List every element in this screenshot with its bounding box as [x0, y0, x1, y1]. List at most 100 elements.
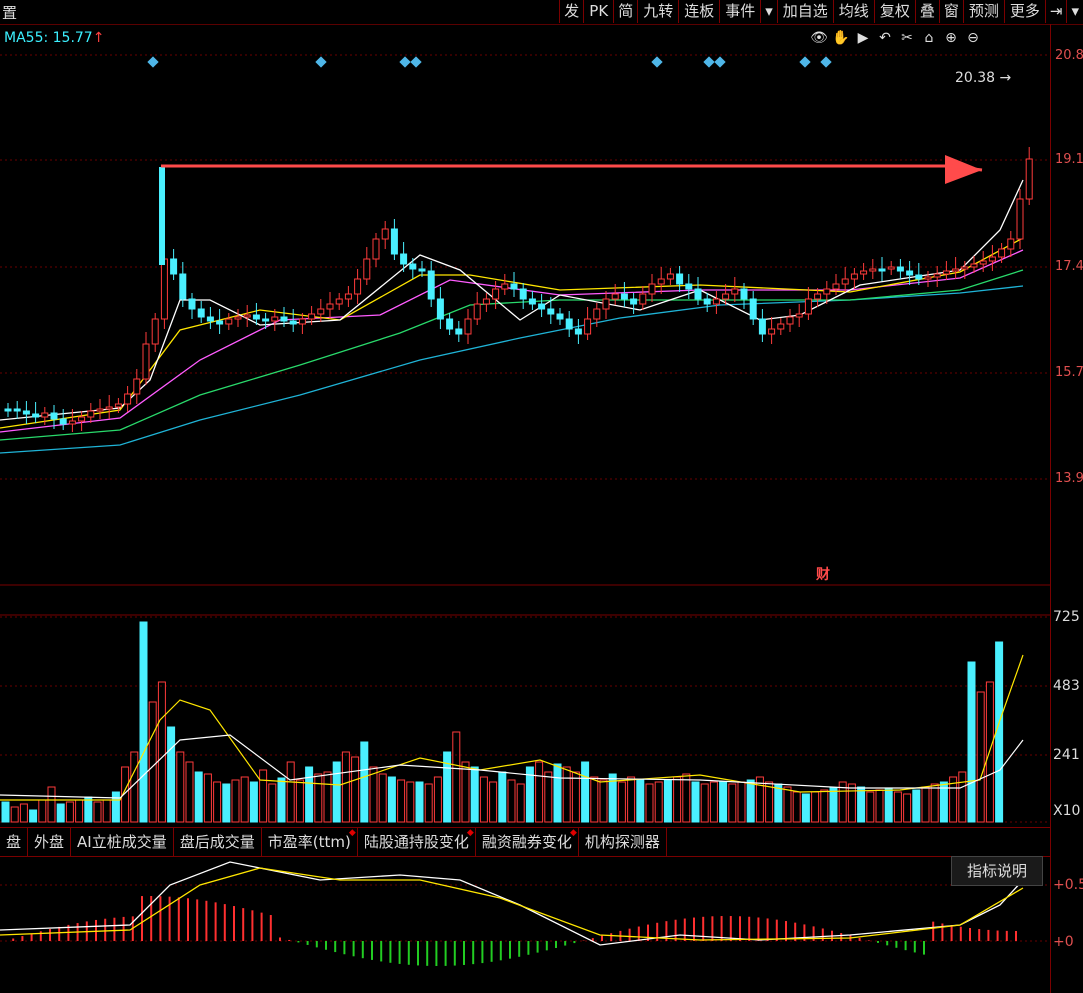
indicator-tab[interactable]: 盘后成交量: [174, 828, 262, 856]
new-dot-icon: ◆: [466, 828, 474, 838]
volume-bar: [893, 791, 902, 823]
eye-icon[interactable]: 👁: [810, 29, 828, 47]
candle-body: [326, 303, 334, 310]
ma-line-green: [0, 269, 1024, 441]
toolbar-button[interactable]: 窗: [938, 0, 963, 23]
volume-bar: [691, 781, 700, 823]
toolbar-button[interactable]: 连板: [678, 0, 719, 23]
volume-bar: [397, 779, 406, 823]
volume-bar: [811, 791, 820, 823]
volume-bar: [47, 786, 56, 823]
hand-icon[interactable]: ✋: [832, 29, 850, 47]
volume-bar: [406, 781, 415, 823]
toolbar-button[interactable]: 九转: [637, 0, 678, 23]
new-dot-icon: ◆: [348, 828, 356, 838]
volume-bar: [268, 783, 277, 823]
volume-bar: [599, 779, 608, 823]
toolbar-button[interactable]: 事件: [719, 0, 760, 23]
candle-body: [87, 410, 95, 418]
candle-body: [317, 308, 325, 315]
volume-bar: [995, 641, 1004, 823]
zoom-in-icon[interactable]: ⊕: [942, 29, 960, 47]
toolbar-button[interactable]: 更多: [1003, 0, 1045, 23]
volume-bar: [139, 621, 148, 823]
candle-body: [78, 416, 86, 422]
candle-body: [179, 273, 187, 300]
candle-body: [68, 420, 76, 425]
candle-body: [289, 320, 297, 325]
indicator-tab[interactable]: 市盈率(ttm) ◆: [262, 828, 358, 856]
indicator-explain-button[interactable]: 指标说明: [951, 856, 1043, 886]
indicator-tab[interactable]: 盘: [0, 828, 29, 856]
zoom-out-icon[interactable]: ⊖: [964, 29, 982, 47]
candle-body: [96, 408, 104, 412]
candle-body: [584, 318, 592, 335]
indicator-tab[interactable]: 机构探测器: [579, 828, 667, 856]
volume-bar: [709, 781, 718, 823]
volume-bar: [535, 761, 544, 823]
price-axis-label: 20.8: [1055, 48, 1083, 63]
candle-body: [998, 248, 1006, 258]
toolbar-left-label: 置: [2, 4, 18, 22]
toolbar-button[interactable]: PK: [583, 0, 613, 23]
lock-icon[interactable]: ⌂: [920, 29, 938, 47]
indicator-tab[interactable]: AI立桩成交量: [71, 828, 174, 856]
volume-bar: [581, 761, 590, 823]
candle-body: [630, 298, 638, 305]
indicator-tab-label: 外盘: [34, 833, 65, 851]
toolbar-button[interactable]: ▾: [1066, 0, 1083, 23]
undo-icon[interactable]: ↶: [876, 29, 894, 47]
toolbar-button[interactable]: 均线: [832, 0, 874, 23]
volume-bar: [369, 766, 378, 823]
toolbar-button[interactable]: ⇥: [1044, 0, 1067, 23]
candle-body: [639, 293, 647, 305]
volume-bar: [737, 781, 746, 823]
toolbar-button[interactable]: ▾: [760, 0, 777, 23]
volume-bar: [976, 691, 985, 823]
volume-bar: [663, 779, 672, 823]
volume-bar: [452, 731, 461, 823]
candle-body: [418, 268, 426, 272]
candle-body: [896, 266, 904, 272]
toolbar-button[interactable]: 简: [613, 0, 637, 23]
toolbar-button[interactable]: 发: [559, 0, 583, 23]
scissors-icon[interactable]: ✂: [898, 29, 916, 47]
financial-report-marker[interactable]: 财: [816, 564, 830, 584]
volume-bar: [277, 777, 286, 823]
candle-body: [538, 303, 546, 310]
candle-body: [13, 408, 21, 412]
volume-bar: [222, 783, 231, 823]
candle-body: [114, 403, 122, 408]
play-icon[interactable]: ▶: [854, 29, 872, 47]
macd-line-yellow: [0, 867, 1024, 941]
volume-bar: [562, 766, 571, 823]
volume-bar: [259, 769, 268, 823]
candle-body: [32, 413, 40, 418]
candle-body: [1025, 158, 1033, 200]
volume-axis-label: 725: [1053, 609, 1080, 625]
volume-bar: [176, 751, 185, 823]
candle-body: [124, 393, 132, 405]
toolbar-button[interactable]: 预测: [962, 0, 1004, 23]
toolbar-button[interactable]: 叠: [914, 0, 939, 23]
toolbar-button[interactable]: 加自选: [776, 0, 833, 23]
indicator-tab[interactable]: 外盘: [28, 828, 72, 856]
volume-bar: [65, 801, 74, 823]
volume-bar: [19, 803, 28, 823]
indicator-tab[interactable]: 陆股通持股变化 ◆: [358, 828, 476, 856]
volume-bar: [213, 781, 222, 823]
candle-body: [363, 258, 371, 280]
volume-bar: [792, 791, 801, 823]
indicator-tab[interactable]: 融资融券变化 ◆: [476, 828, 579, 856]
price-axis-label: 15.7: [1055, 365, 1083, 380]
volume-bar: [489, 781, 498, 823]
toolbar-button[interactable]: 复权: [873, 0, 915, 23]
candle-body: [482, 298, 490, 305]
volume-bar: [29, 809, 38, 823]
candle-body: [464, 318, 472, 335]
candle-body: [786, 316, 794, 325]
candle-body: [961, 266, 969, 270]
volume-bar: [829, 787, 838, 823]
volume-bar: [415, 781, 424, 823]
volume-axis-label: 241: [1053, 747, 1080, 763]
